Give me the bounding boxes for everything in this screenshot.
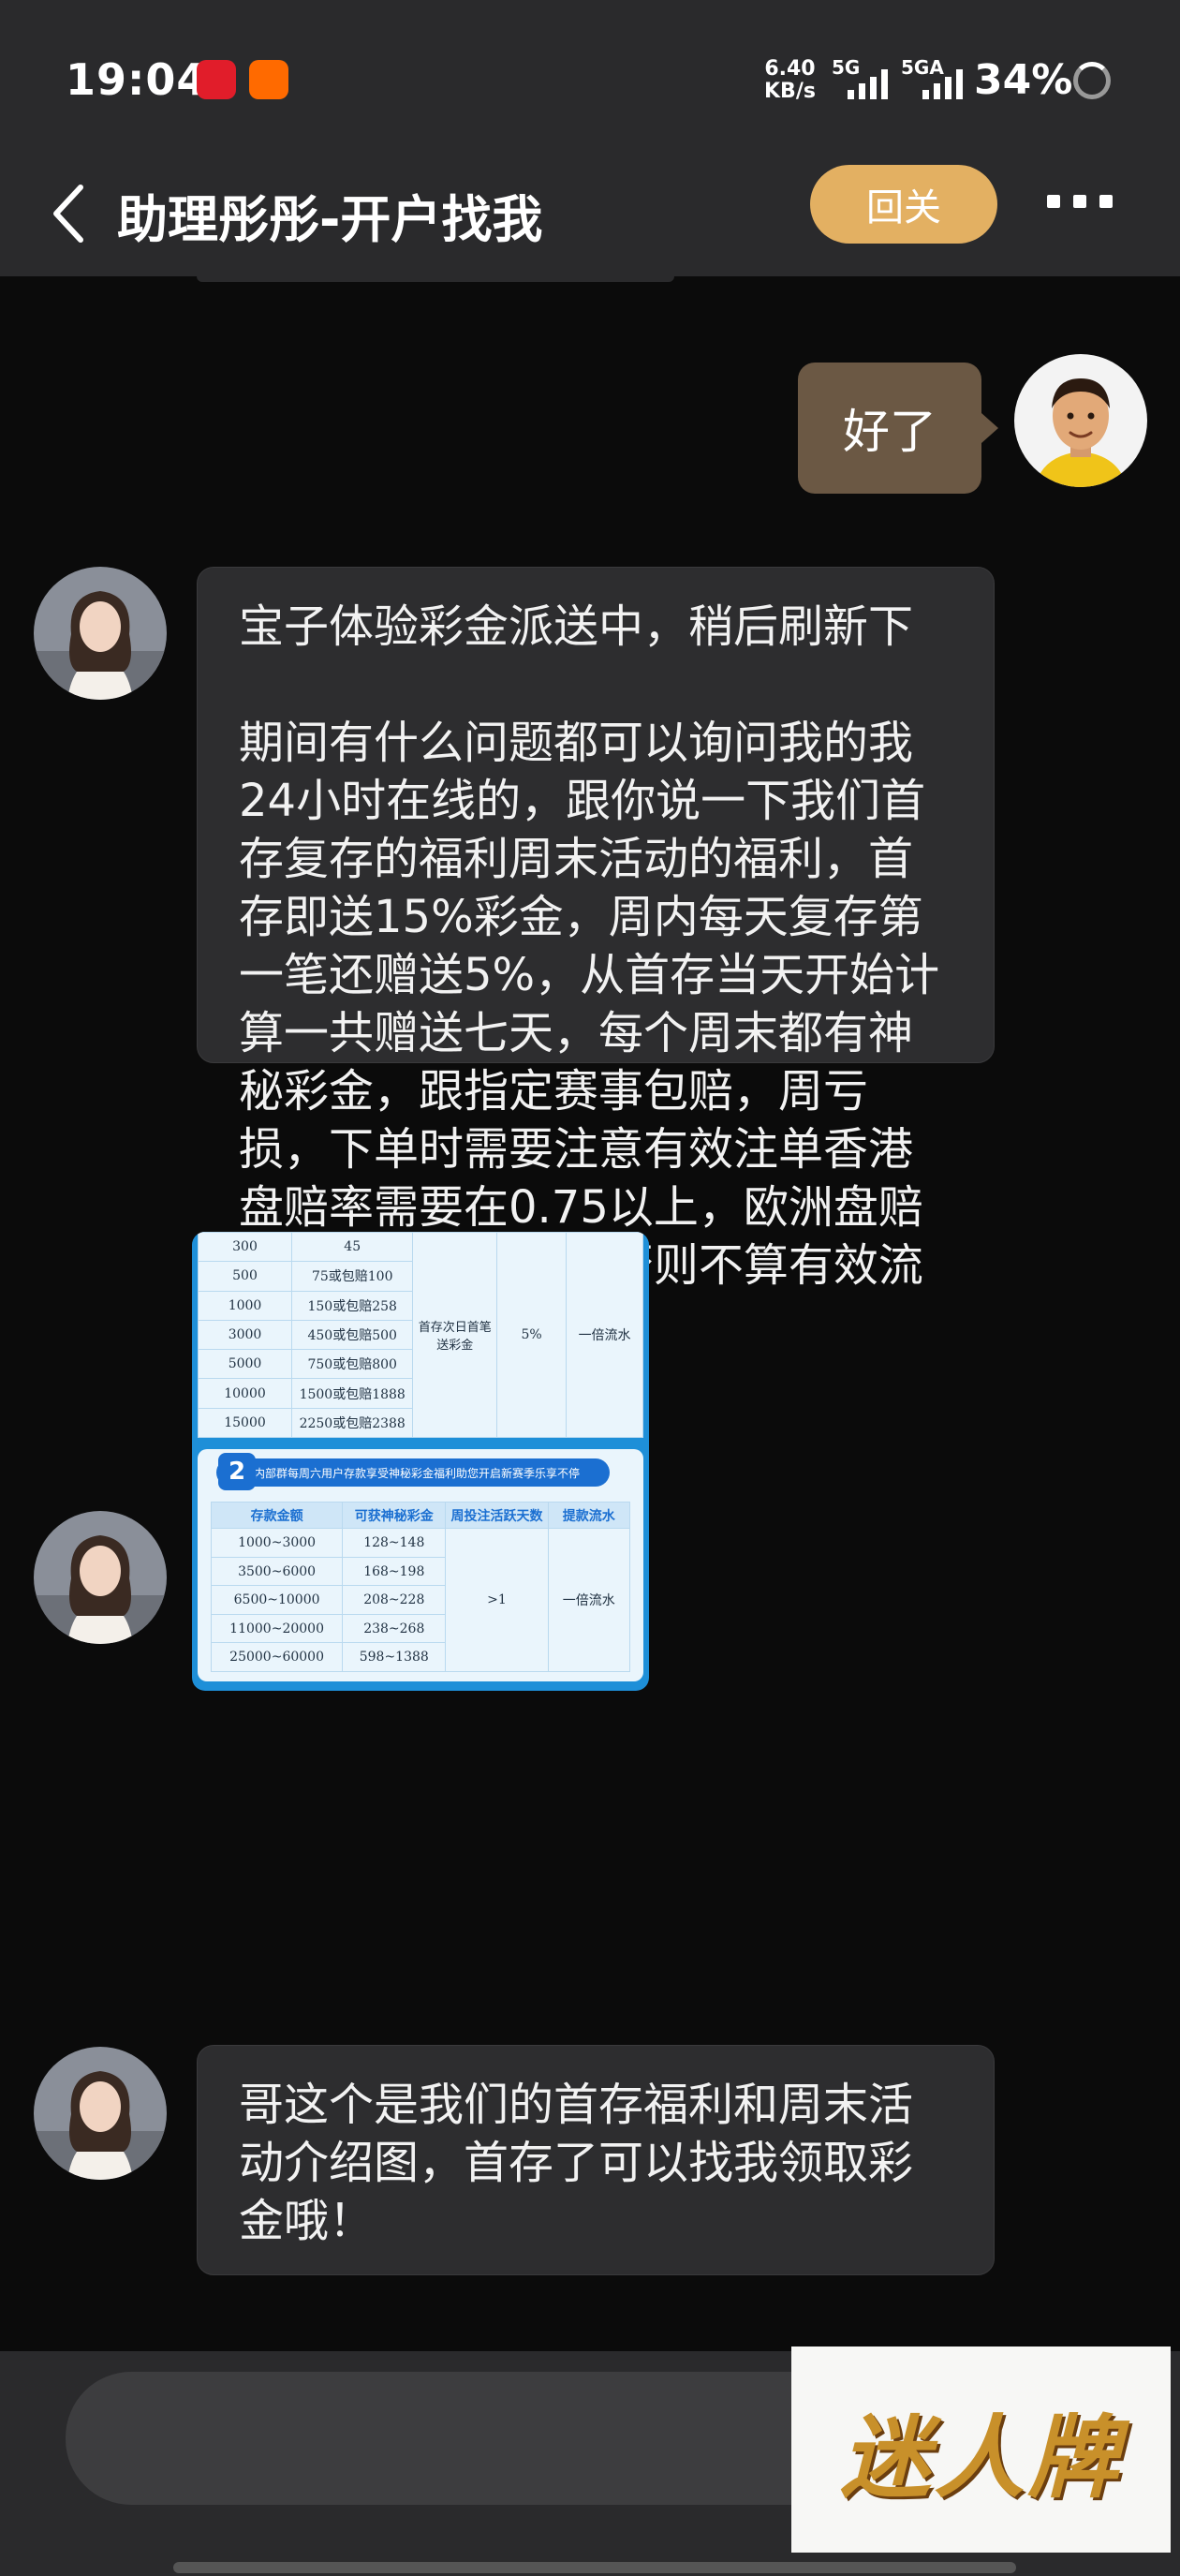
promo-banner: 内部群每周六用户存款享受神秘彩金福利助您开启新赛季乐享不停 [216, 1458, 610, 1487]
battery-percent: 34% [974, 56, 1073, 104]
signal-bars-2-icon [922, 67, 963, 99]
follow-back-button[interactable]: 回关 [810, 165, 997, 244]
outgoing-message[interactable]: 好了 [798, 363, 981, 494]
bubble-tail [981, 413, 998, 443]
more-options-icon[interactable] [1047, 195, 1113, 208]
promo-flow: 一倍流水 [547, 1528, 631, 1672]
home-indicator[interactable] [173, 2562, 1016, 2573]
promo-merged-flow: 一倍流水 [566, 1232, 643, 1438]
assistant-avatar[interactable] [34, 567, 167, 700]
taobao-icon [249, 60, 288, 99]
incoming-message-bonus-info[interactable]: 宝子体验彩金派送中，稍后刷新下 期间有什么问题都可以询问我的我24小时在线的，跟… [197, 567, 995, 1350]
back-arrow-icon[interactable] [43, 176, 99, 251]
status-bar: 19:04 6.40 KB/s 5G 5GA 34% [0, 0, 1180, 150]
promo-merged-label: 首存次日首笔送彩金 [412, 1232, 498, 1438]
promo-table-1: 300 45 首存次日首笔送彩金 5% 一倍流水 500 75或包赔100 100… [197, 1232, 643, 1439]
promo-active-days: >1 [445, 1528, 549, 1672]
status-time: 19:04 [66, 54, 208, 105]
chat-title: 助理彤彤-开户找我 [117, 190, 543, 249]
message-input[interactable] [66, 2372, 875, 2505]
chat-header: 助理彤彤-开户找我 回关 [0, 150, 1180, 276]
promo-badge: 2 [218, 1453, 256, 1490]
assistant-avatar[interactable] [34, 1511, 167, 1644]
battery-icon [1073, 62, 1111, 99]
netease-music-icon [197, 60, 236, 99]
promo-merged-percent: 5% [496, 1232, 568, 1438]
watermark-logo: 迷人牌 [791, 2347, 1171, 2553]
signal-bars-1-icon [848, 67, 888, 99]
incoming-message-promo-intro[interactable]: 哥这个是我们的首存福利和周末活动介绍图，首存了可以找我领取彩金哦！ [197, 2045, 995, 2275]
previous-message-edge [197, 276, 674, 282]
promo-image[interactable]: 300 45 首存次日首笔送彩金 5% 一倍流水 500 75或包赔100 100… [192, 1232, 649, 1691]
network-speed: 6.40 KB/s [764, 57, 816, 103]
assistant-avatar[interactable] [34, 2047, 167, 2180]
promo-section-2: 内部群每周六用户存款享受神秘彩金福利助您开启新赛季乐享不停 2 存款金额 可获神… [198, 1449, 643, 1681]
my-avatar[interactable] [1014, 354, 1147, 487]
